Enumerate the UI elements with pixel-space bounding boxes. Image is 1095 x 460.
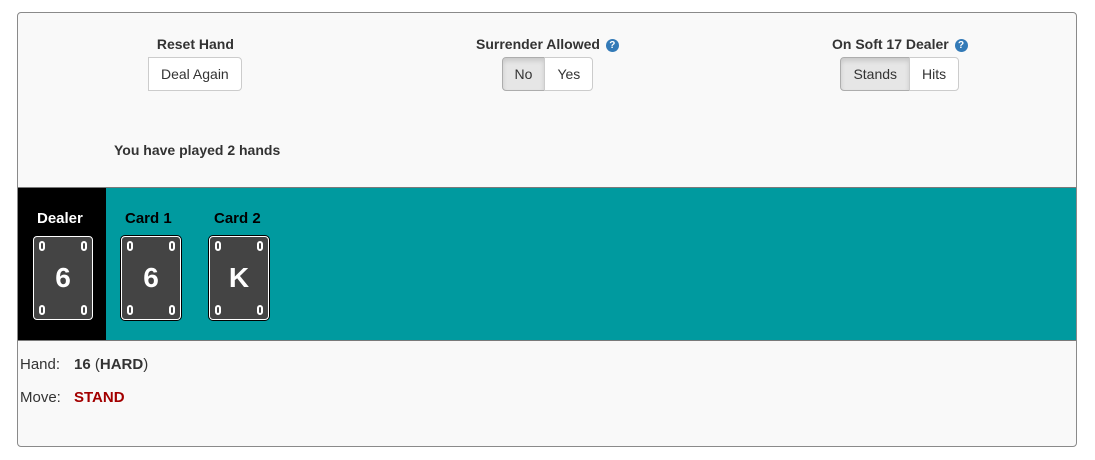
dealer-label: Dealer: [37, 210, 83, 227]
hand-result: Hand: 16 (HARD) Move: STAND: [20, 356, 148, 422]
move-row: Move: STAND: [20, 389, 148, 422]
controls-bar: Reset Hand Deal Again Surrender Allowed …: [18, 13, 1076, 113]
surrender-control: Surrender Allowed ? No Yes: [476, 35, 619, 91]
card-2-value: K: [228, 262, 250, 293]
question-help-icon[interactable]: ?: [954, 39, 968, 52]
deal-again-button[interactable]: Deal Again: [148, 57, 242, 91]
dealer-card-value: 6: [55, 262, 71, 293]
hands-played-text: You have played 2 hands: [114, 142, 281, 158]
card-pip-icon: [215, 241, 221, 251]
card-1-label: Card 1: [125, 210, 172, 227]
hand-label: Hand:: [20, 356, 61, 373]
card-pip-icon: [257, 241, 263, 251]
hand-row: Hand: 16 (HARD): [20, 356, 149, 373]
surrender-label: Surrender Allowed: [476, 36, 600, 52]
surrender-no-button[interactable]: No: [501, 57, 546, 91]
reset-hand-control: Reset Hand Deal Again: [148, 35, 242, 91]
card-pip-icon: [215, 305, 221, 315]
move-label: Move:: [20, 389, 61, 406]
card-pip-icon: [39, 305, 45, 315]
soft17-label: On Soft 17 Dealer: [832, 36, 949, 52]
card-pip-icon: [127, 241, 133, 251]
soft17-control: On Soft 17 Dealer ? Stands Hits: [832, 35, 968, 91]
dealer-column: Dealer 6: [18, 188, 106, 340]
soft17-hits-button[interactable]: Hits: [909, 57, 960, 91]
soft17-toggle: Stands Hits: [840, 57, 960, 91]
card-pip-icon: [257, 305, 263, 315]
card-1-value: 6: [143, 262, 159, 293]
card-pip-icon: [127, 305, 133, 315]
card-pip-icon: [169, 241, 175, 251]
surrender-toggle: No Yes: [501, 57, 594, 91]
card-table: Dealer 6 Card 1 6 Card 2 K: [18, 187, 1076, 341]
question-help-icon[interactable]: ?: [605, 39, 619, 52]
soft17-stands-button[interactable]: Stands: [840, 57, 911, 91]
card-pip-icon: [39, 241, 45, 251]
reset-hand-label: Reset Hand: [156, 36, 234, 52]
surrender-yes-button[interactable]: Yes: [544, 57, 594, 91]
card-2-label: Card 2: [214, 210, 261, 227]
player-card-1: 6: [121, 236, 181, 320]
blackjack-panel: Reset Hand Deal Again Surrender Allowed …: [17, 12, 1077, 447]
hand-total: 16: [74, 356, 91, 373]
move-value: STAND: [74, 389, 125, 406]
card-pip-icon: [81, 305, 87, 315]
player-card-2: K: [209, 236, 269, 320]
dealer-card: 6: [33, 236, 93, 320]
card-pip-icon: [169, 305, 175, 315]
card-pip-icon: [81, 241, 87, 251]
hand-type: HARD: [99, 356, 144, 373]
